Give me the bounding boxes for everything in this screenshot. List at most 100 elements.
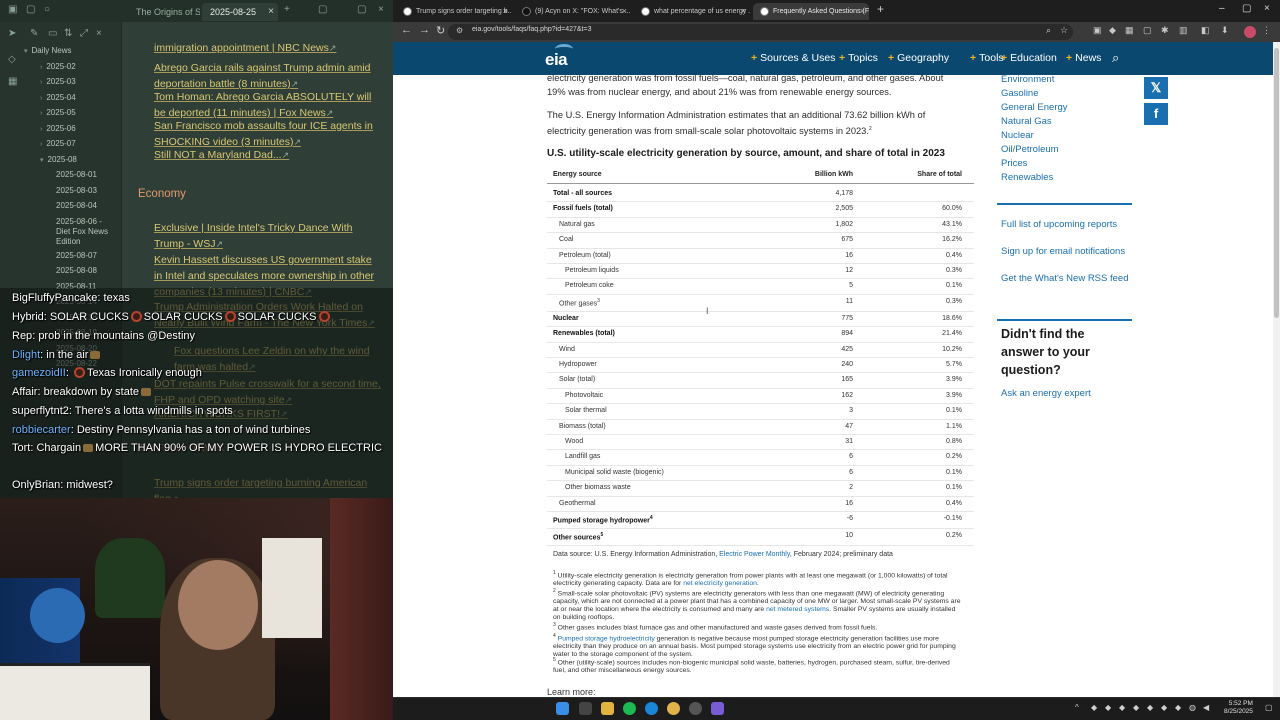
tree-folder-month[interactable]: ▾ 2025-08 xyxy=(40,155,77,164)
extension-icon[interactable]: ▣ xyxy=(1093,25,1102,36)
maximize-icon[interactable]: ▢ xyxy=(1242,3,1251,14)
footnote-link[interactable]: net metered systems xyxy=(766,606,829,613)
page-scrollbar[interactable] xyxy=(1273,42,1280,697)
chat-username[interactable]: superflytnt2 xyxy=(12,405,69,417)
rail-topic-link[interactable]: Prices xyxy=(1001,158,1027,169)
tree-folder-month[interactable]: › 2025-02 xyxy=(40,62,76,71)
site-info-icon[interactable]: ⚙ xyxy=(456,26,463,35)
chat-username[interactable]: BigFluffyPancake xyxy=(12,292,97,304)
rail-topic-link[interactable]: Nuclear xyxy=(1001,130,1034,141)
close-icon[interactable]: × xyxy=(860,3,865,20)
tree-note-day[interactable]: 2025-08-03 xyxy=(56,186,97,195)
tree-note-day[interactable]: 2025-08-07 xyxy=(56,251,97,260)
start-icon[interactable] xyxy=(556,702,569,715)
close-icon[interactable]: × xyxy=(96,28,102,39)
x-twitter-icon[interactable]: 𝕏 xyxy=(1144,77,1168,99)
search-icon[interactable]: ⌕ xyxy=(1112,50,1119,66)
maximize-icon[interactable]: ▢ xyxy=(357,4,366,15)
taskview-icon[interactable] xyxy=(579,702,592,715)
files-icon[interactable]: ▢ xyxy=(26,4,35,15)
note-link[interactable]: San Francisco mob assaults four ICE agen… xyxy=(154,118,382,150)
minimize-icon[interactable]: ▢ xyxy=(318,4,327,15)
obsidian-icon[interactable] xyxy=(711,702,724,715)
minimize-icon[interactable]: – xyxy=(1219,3,1225,14)
note-link[interactable]: Exclusive | Inside Intel's Tricky Dance … xyxy=(154,220,382,252)
note-link[interactable]: Still NOT a Maryland Dad...↗ xyxy=(154,147,382,163)
tree-folder-month[interactable]: › 2025-05 xyxy=(40,108,76,117)
chat-username[interactable]: robbiecarter xyxy=(12,424,71,436)
tray-app-icon[interactable]: ◆ xyxy=(1147,703,1153,712)
extension-icon[interactable]: ▢ xyxy=(1143,25,1152,36)
extension-icon[interactable]: ◆ xyxy=(1109,25,1116,36)
new-folder-icon[interactable]: ▭ xyxy=(48,28,57,39)
tray-app-icon[interactable]: ◆ xyxy=(1133,703,1139,712)
chat-username[interactable]: gamezoidII xyxy=(12,367,66,379)
facebook-icon[interactable]: f xyxy=(1144,103,1168,125)
zoom-icon[interactable]: ⌕ xyxy=(1046,25,1051,36)
nav-education[interactable]: + Education xyxy=(1001,52,1057,64)
rail-topic-link[interactable]: Natural Gas xyxy=(1001,116,1052,127)
new-tab-icon[interactable]: + xyxy=(284,4,290,15)
close-icon[interactable]: × xyxy=(503,3,508,20)
tree-folder-month[interactable]: › 2025-07 xyxy=(40,139,76,148)
rail-topic-link[interactable]: Oil/Petroleum xyxy=(1001,144,1059,155)
rail-link[interactable]: Get the What's New RSS feed xyxy=(1001,273,1128,284)
rail-topic-link[interactable]: Renewables xyxy=(1001,172,1053,183)
close-window-icon[interactable]: × xyxy=(1264,3,1270,14)
back-icon[interactable]: ← xyxy=(401,24,412,36)
tree-note-day[interactable]: 2025-08-01 xyxy=(56,170,97,179)
close-icon[interactable]: × xyxy=(622,3,627,20)
nav-news[interactable]: + News xyxy=(1066,52,1101,64)
forward-icon[interactable]: → xyxy=(419,24,430,36)
eia-logo[interactable]: eia xyxy=(545,50,568,70)
nav-tools[interactable]: + Tools xyxy=(970,52,1004,64)
note-link[interactable]: Abrego Garcia rails against Trump admin … xyxy=(154,60,382,92)
tray-app-icon[interactable]: ◆ xyxy=(1091,703,1097,712)
browser-tab[interactable]: (9) Acyn on X: "FOX: What's ... × xyxy=(515,3,631,20)
menu-icon[interactable]: ⋮ xyxy=(1262,25,1271,36)
send-icon[interactable]: ➤ xyxy=(8,28,16,39)
file-explorer-icon[interactable] xyxy=(601,702,614,715)
notes-tab-origins[interactable]: The Origins of S... xyxy=(128,3,200,21)
bookmark-star-icon[interactable]: ☆ xyxy=(1060,25,1068,36)
rail-topic-link[interactable]: Gasoline xyxy=(1001,88,1039,99)
close-icon[interactable]: × xyxy=(268,3,274,21)
ask-expert-link[interactable]: Ask an energy expert xyxy=(1001,388,1091,399)
chat-username[interactable]: OnlyBrian xyxy=(12,479,60,491)
volume-icon[interactable]: ◀ xyxy=(1203,703,1209,712)
tree-folder-month[interactable]: › 2025-06 xyxy=(40,124,76,133)
tree-folder-daily-news[interactable]: ▾ Daily News xyxy=(24,46,72,55)
reload-icon[interactable]: ↻ xyxy=(436,24,445,37)
obs-icon[interactable] xyxy=(689,702,702,715)
collapse-icon[interactable]: ⤢ xyxy=(80,28,88,39)
tray-app-icon[interactable]: ◆ xyxy=(1175,703,1181,712)
sidebar-toggle-icon[interactable]: ▣ xyxy=(8,4,17,15)
new-tab-icon[interactable]: + xyxy=(877,2,884,16)
tray-app-icon[interactable]: ◆ xyxy=(1161,703,1167,712)
chat-username[interactable]: Affair xyxy=(12,386,37,398)
url-text[interactable]: eia.gov/tools/faqs/faq.php?id=427&t=3 xyxy=(472,26,591,33)
tray-app-icon[interactable]: ◆ xyxy=(1119,703,1125,712)
chat-username[interactable]: Rep xyxy=(12,330,32,342)
search-icon[interactable]: ○ xyxy=(44,4,50,15)
tree-note-day[interactable]: 2025-08-08 xyxy=(56,266,97,275)
tree-note-day[interactable]: 2025-08-04 xyxy=(56,201,97,210)
tray-chevron-icon[interactable]: ^ xyxy=(1075,703,1079,712)
extension-icon[interactable]: ▦ xyxy=(1125,25,1134,36)
chat-username[interactable]: Hybrid xyxy=(12,311,44,323)
note-link[interactable]: immigration appointment | NBC News↗ xyxy=(154,40,382,56)
download-icon[interactable]: ⬇ xyxy=(1221,25,1229,36)
tray-app-icon[interactable]: ◆ xyxy=(1105,703,1111,712)
notes-tab-active[interactable]: 2025-08-25 × xyxy=(202,3,278,21)
browser-tab[interactable]: Frequently Asked Questions (F... × xyxy=(753,3,869,20)
edge-icon[interactable] xyxy=(645,702,658,715)
rail-link[interactable]: Full list of upcoming reports xyxy=(1001,219,1117,230)
nav-topics[interactable]: + Topics xyxy=(839,52,878,64)
calendar-icon[interactable]: ▦ xyxy=(8,76,17,87)
chat-username[interactable]: Tort xyxy=(12,442,30,454)
footnote-link[interactable]: Pumped storage hydroelectricity xyxy=(558,635,655,642)
clock[interactable]: 5:52 PM 8/25/2025 xyxy=(1224,700,1253,716)
tree-folder-month[interactable]: › 2025-03 xyxy=(40,77,76,86)
sidebar-icon[interactable]: ▥ xyxy=(1179,25,1188,36)
electric-power-monthly-link[interactable]: Electric Power Monthly xyxy=(719,551,790,558)
